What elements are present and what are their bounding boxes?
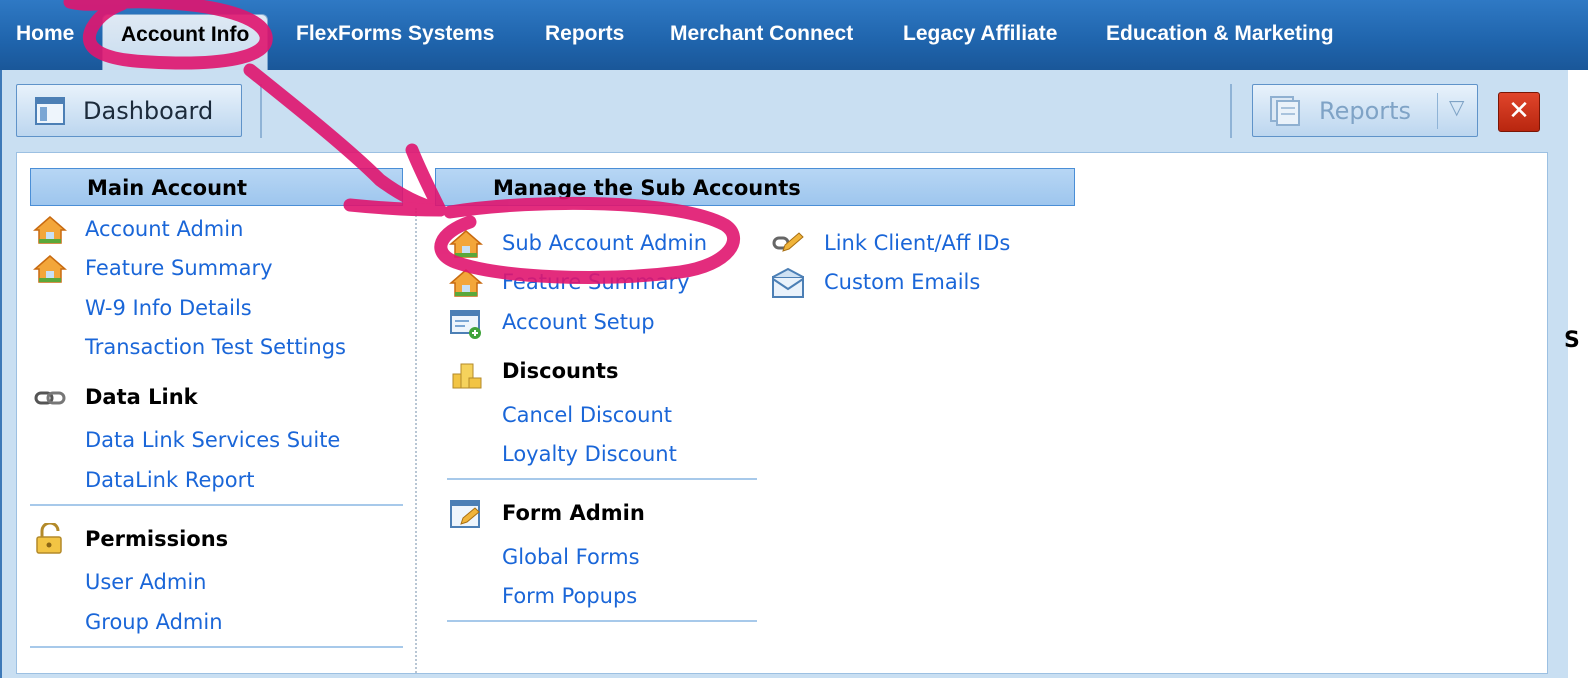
discounts-title: Discounts	[502, 359, 619, 383]
link-data-link-services-suite[interactable]: Data Link Services Suite	[85, 428, 340, 452]
background-page-edge: S	[1564, 70, 1588, 678]
account-setup-icon	[449, 308, 483, 339]
data-link-title: Data Link	[85, 385, 198, 409]
link-group-admin[interactable]: Group Admin	[85, 610, 223, 634]
link-w9-info-details[interactable]: W-9 Info Details	[85, 296, 252, 320]
link-account-setup[interactable]: Account Setup	[502, 310, 655, 334]
section-divider	[447, 478, 757, 480]
house-icon	[32, 254, 68, 284]
section-divider	[30, 646, 403, 648]
chain-link-icon	[33, 383, 67, 413]
pencil-link-icon	[771, 229, 805, 259]
nav-tab-education-marketing[interactable]: Education & Marketing	[1106, 22, 1334, 46]
link-link-client-aff-ids[interactable]: Link Client/Aff IDs	[824, 231, 1010, 255]
link-transaction-test-settings[interactable]: Transaction Test Settings	[85, 335, 346, 359]
dashboard-icon	[35, 97, 65, 129]
link-global-forms[interactable]: Global Forms	[502, 545, 640, 569]
unlocked-padlock-icon	[33, 521, 67, 554]
nav-tab-flexforms-systems[interactable]: FlexForms Systems	[296, 22, 494, 46]
dropdown-divider	[1437, 93, 1438, 129]
nav-tab-merchant-connect[interactable]: Merchant Connect	[670, 22, 853, 46]
form-admin-title: Form Admin	[502, 501, 645, 525]
truncated-text: S	[1564, 328, 1580, 353]
permissions-title: Permissions	[85, 527, 229, 551]
nav-tab-reports[interactable]: Reports	[545, 22, 624, 46]
main-account-header: Main Account	[30, 168, 403, 206]
link-cancel-discount[interactable]: Cancel Discount	[502, 403, 672, 427]
link-sub-account-admin[interactable]: Sub Account Admin	[502, 231, 707, 255]
reports-icon	[1269, 95, 1305, 131]
link-form-popups[interactable]: Form Popups	[502, 584, 637, 608]
panel-toolbar: Dashboard Reports ▽ ✕	[2, 70, 1570, 150]
reports-dropdown-button[interactable]: Reports ▽	[1252, 84, 1478, 137]
top-navigation-bar: Home Account Info FlexForms Systems Repo…	[0, 0, 1588, 72]
nav-tab-legacy-affiliate[interactable]: Legacy Affiliate	[903, 22, 1057, 46]
link-custom-emails[interactable]: Custom Emails	[824, 270, 980, 294]
link-loyalty-discount[interactable]: Loyalty Discount	[502, 442, 677, 466]
menu-content: Main Account Account Admin Feature Summa…	[16, 152, 1548, 674]
envelope-icon	[771, 267, 805, 298]
form-edit-icon	[449, 498, 483, 528]
dashboard-label: Dashboard	[83, 97, 214, 125]
house-icon	[32, 215, 68, 245]
dropdown-triangle-icon[interactable]: ▽	[1449, 95, 1464, 119]
section-divider	[447, 620, 757, 622]
link-account-admin[interactable]: Account Admin	[85, 217, 243, 241]
house-icon	[448, 229, 484, 259]
link-datalink-report[interactable]: DataLink Report	[85, 468, 254, 492]
dashboard-button[interactable]: Dashboard	[16, 84, 242, 137]
column-divider	[415, 208, 417, 673]
manage-sub-accounts-header: Manage the Sub Accounts	[435, 168, 1075, 206]
section-divider	[30, 504, 403, 506]
reports-label: Reports	[1319, 97, 1412, 125]
close-button[interactable]: ✕	[1498, 92, 1540, 132]
coin-stack-icon	[449, 356, 483, 389]
link-feature-summary[interactable]: Feature Summary	[85, 256, 273, 280]
nav-tab-account-info[interactable]: Account Info	[102, 14, 269, 70]
link-feature-summary-sub[interactable]: Feature Summary	[502, 270, 690, 294]
nav-tab-home[interactable]: Home	[16, 22, 74, 46]
toolbar-divider	[1230, 84, 1232, 138]
toolbar-divider	[260, 84, 262, 138]
link-user-admin[interactable]: User Admin	[85, 570, 206, 594]
house-icon	[448, 268, 484, 298]
account-info-panel: Dashboard Reports ▽ ✕ Main Account Accou…	[0, 70, 1570, 678]
